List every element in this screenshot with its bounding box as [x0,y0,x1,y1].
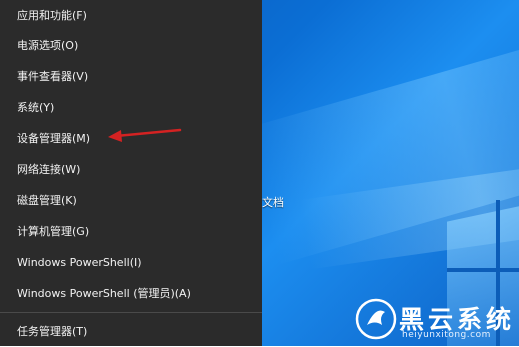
watermark-url: heiyunxitong.com [402,330,491,340]
red-arrow-annotation [108,128,182,142]
watermark-logo-icon [355,298,397,340]
arrow-head [108,130,122,142]
arrow-shaft [114,128,182,138]
watermark: 黑云系统 heiyunxitong.com [355,298,519,346]
